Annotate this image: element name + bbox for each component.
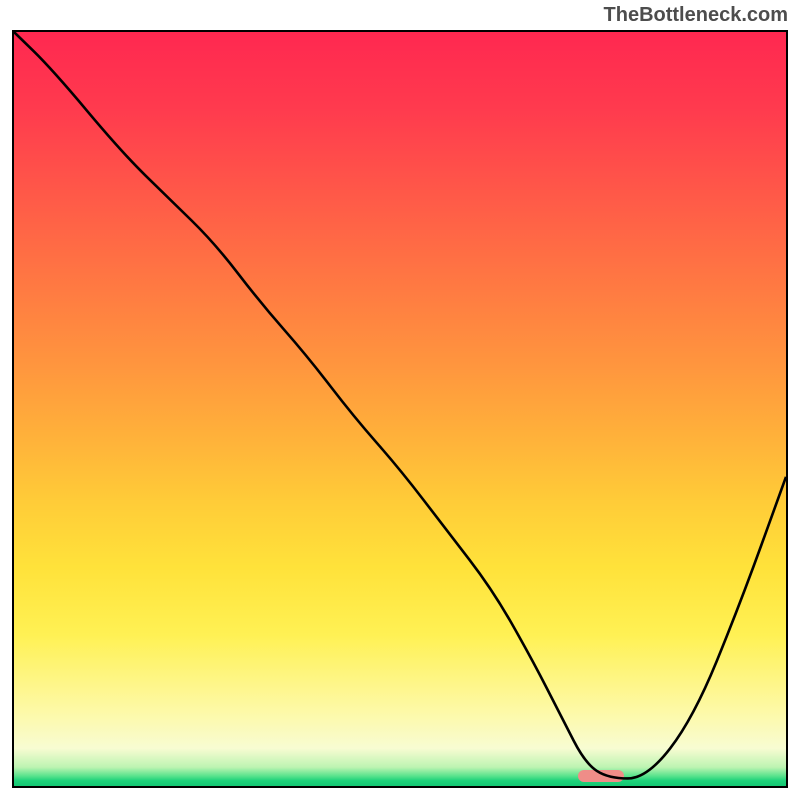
attribution-text: TheBottleneck.com [604, 4, 788, 27]
bottleneck-curve-path [14, 32, 786, 778]
bottleneck-curve [14, 32, 786, 786]
chart-frame [12, 30, 788, 788]
